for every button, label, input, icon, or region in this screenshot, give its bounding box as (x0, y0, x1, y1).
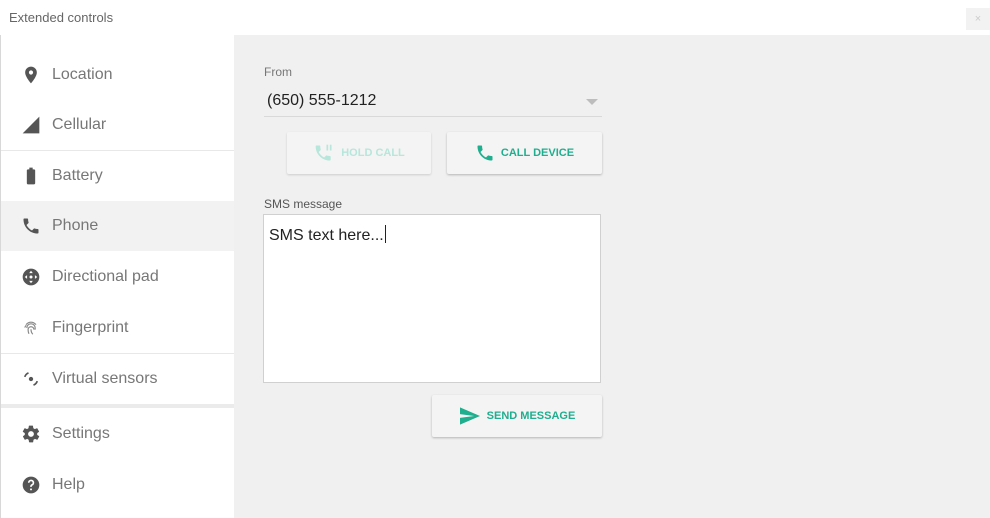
sidebar-item-label: Battery (52, 167, 103, 184)
sidebar-item-label: Cellular (52, 116, 107, 133)
sidebar-item-phone[interactable]: Phone (1, 201, 234, 251)
window-title: Extended controls (9, 10, 114, 25)
rotate-icon (21, 369, 41, 389)
close-button[interactable]: × (966, 8, 990, 30)
sms-message-input[interactable]: SMS text here... (263, 214, 601, 383)
sidebar-item-virtual-sensors[interactable]: Virtual sensors (1, 354, 234, 404)
title-bar: Extended controls × (0, 0, 990, 35)
sidebar-item-fingerprint[interactable]: Fingerprint (1, 303, 234, 353)
sidebar-item-label: Directional pad (52, 268, 159, 285)
phone-icon (477, 145, 493, 161)
from-dropdown[interactable]: (650) 555-1212 (264, 88, 602, 117)
from-label: From (264, 65, 292, 79)
hold-call-label: HOLD CALL (341, 147, 405, 159)
sidebar-section-divider (1, 404, 234, 408)
sidebar-item-cellular[interactable]: Cellular (1, 100, 234, 150)
fingerprint-icon (21, 318, 41, 338)
help-icon (21, 475, 41, 495)
sidebar-item-label: Help (52, 476, 85, 493)
sidebar: Location Cellular Battery Phone Directio… (1, 35, 234, 518)
sidebar-item-directional-pad[interactable]: Directional pad (1, 252, 234, 302)
sidebar-item-label: Fingerprint (52, 319, 129, 336)
sidebar-item-label: Location (52, 66, 113, 83)
sms-text-value: SMS text here... (269, 227, 384, 244)
sidebar-item-battery[interactable]: Battery (1, 151, 234, 201)
send-icon (459, 407, 480, 425)
sms-text: SMS text here... (269, 225, 386, 245)
signal-icon (21, 115, 41, 135)
sidebar-item-help[interactable]: Help (1, 460, 234, 510)
send-message-label: SEND MESSAGE (486, 410, 576, 422)
call-device-label: CALL DEVICE (500, 147, 575, 159)
phone-icon (21, 216, 41, 236)
sms-message-label: SMS message (264, 197, 343, 211)
dpad-icon (21, 267, 41, 287)
battery-icon (21, 166, 41, 186)
sidebar-item-label: Virtual sensors (52, 370, 158, 387)
text-caret (384, 225, 386, 243)
gear-icon (21, 424, 41, 444)
sidebar-item-label: Phone (52, 217, 99, 234)
hold-call-button[interactable]: HOLD CALL (287, 132, 431, 174)
sidebar-item-settings[interactable]: Settings (1, 409, 234, 459)
send-message-button[interactable]: SEND MESSAGE (432, 395, 602, 437)
call-device-button[interactable]: CALL DEVICE (447, 132, 602, 174)
sidebar-item-location[interactable]: Location (1, 50, 234, 100)
from-value: (650) 555-1212 (267, 92, 377, 109)
phone-panel: From (650) 555-1212 HOLD CALL CALL DEVIC… (234, 35, 990, 518)
phone-pause-icon (315, 144, 332, 161)
sidebar-item-label: Settings (52, 425, 110, 442)
location-pin-icon (21, 65, 41, 85)
dropdown-arrow-icon (586, 99, 598, 105)
